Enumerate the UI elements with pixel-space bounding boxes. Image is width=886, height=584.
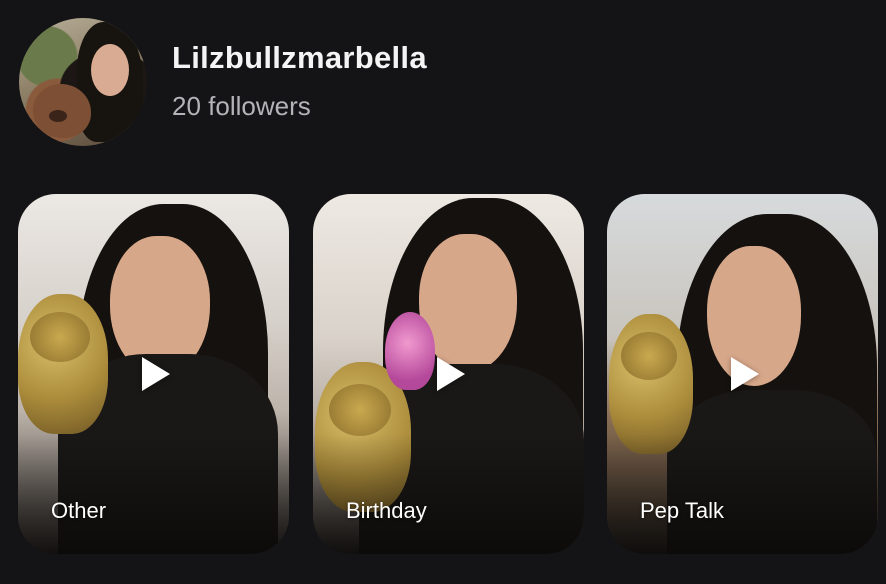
video-card-other[interactable]: Other bbox=[18, 194, 289, 554]
play-icon[interactable] bbox=[436, 357, 465, 391]
video-card-label: Pep Talk bbox=[640, 498, 724, 523]
play-icon[interactable] bbox=[730, 357, 759, 391]
avatar-face-shape bbox=[91, 44, 129, 96]
avatar-dog-nose-shape bbox=[49, 110, 67, 122]
pink-toy-shape bbox=[385, 312, 435, 390]
profile-username[interactable]: Lilzbullzmarbella bbox=[172, 40, 427, 76]
video-card-label: Other bbox=[51, 498, 107, 523]
video-card-pep-talk[interactable]: Pep Talk bbox=[607, 194, 878, 554]
gold-toy-face-shape bbox=[329, 384, 391, 436]
thumbnail-gradient bbox=[313, 434, 584, 554]
play-icon[interactable] bbox=[141, 357, 170, 391]
gold-toy-face-shape bbox=[621, 332, 677, 380]
avatar[interactable] bbox=[19, 18, 147, 146]
video-card-birthday[interactable]: Birthday bbox=[313, 194, 584, 554]
video-card-label: Birthday bbox=[346, 498, 427, 523]
gold-toy-face-shape bbox=[30, 312, 90, 362]
thumbnail-gradient bbox=[607, 434, 878, 554]
thumbnail-gradient bbox=[18, 434, 289, 554]
profile-page: Lilzbullzmarbella 20 followers Other Bir… bbox=[0, 0, 886, 584]
followers-count: 20 followers bbox=[172, 91, 311, 121]
